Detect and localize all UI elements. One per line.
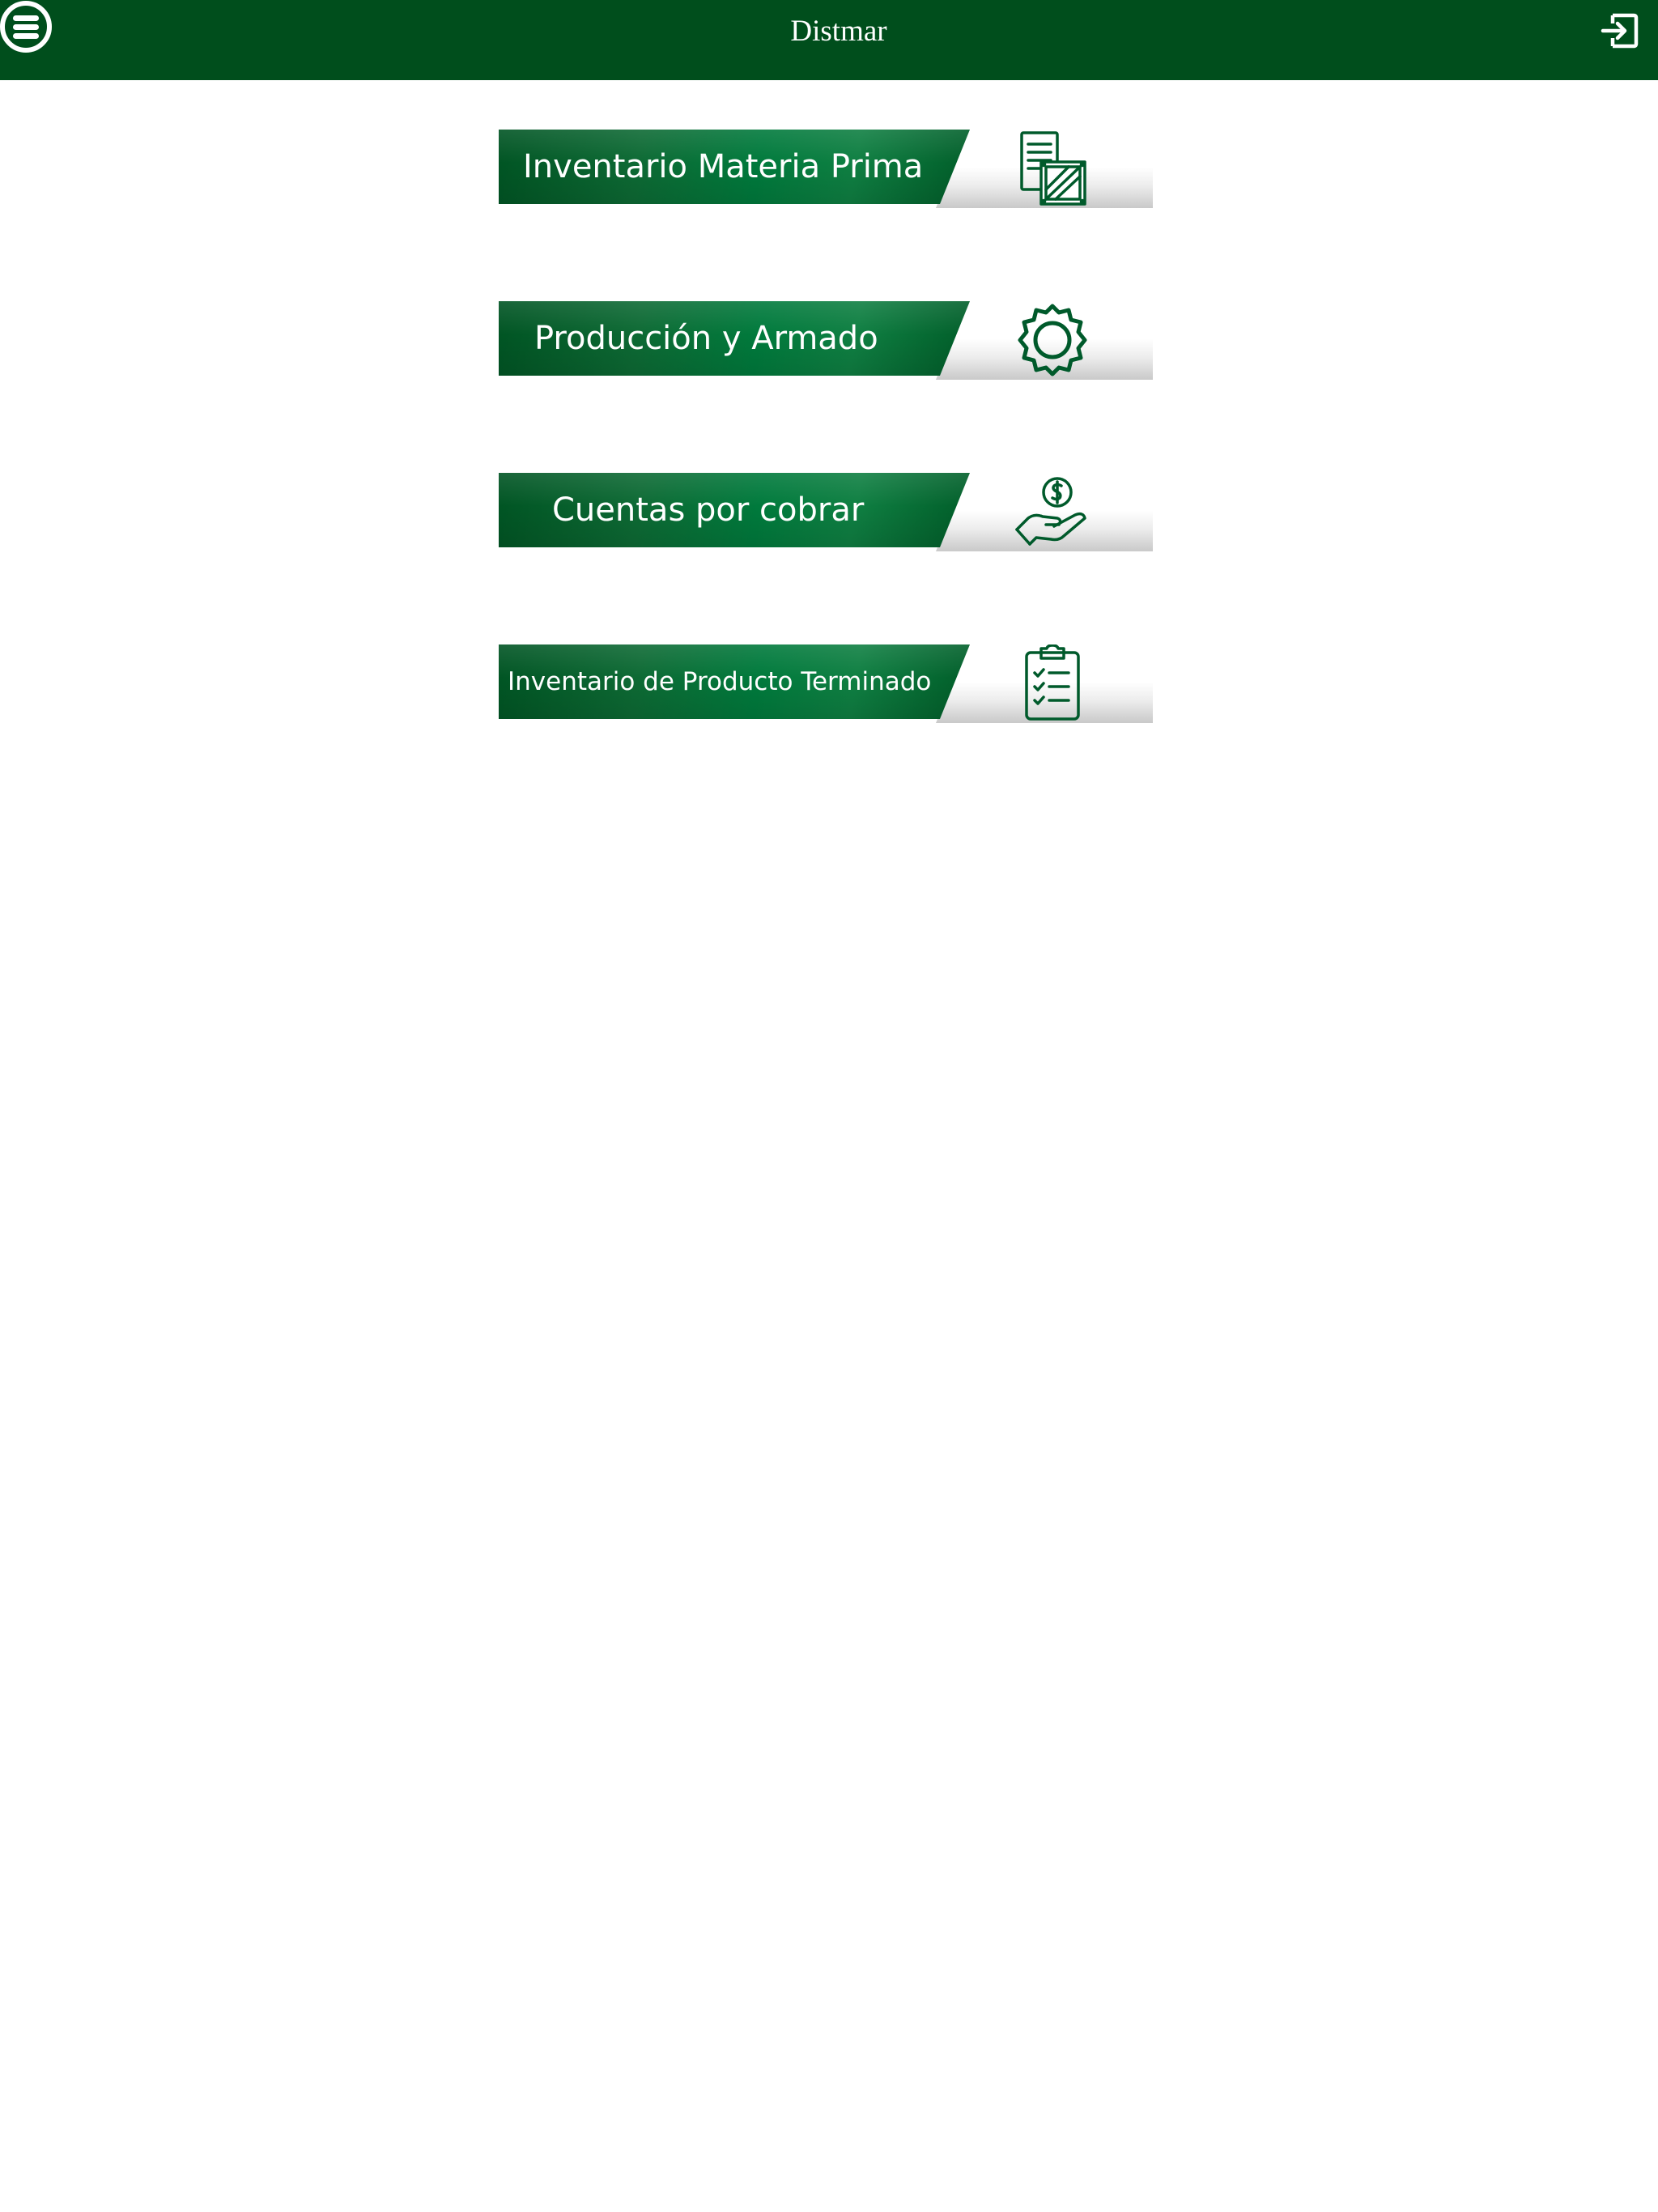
clipboard-checklist-icon xyxy=(1014,644,1091,722)
raw-materials-inventory-icon xyxy=(1014,130,1091,207)
menu-item-inventario-materia-prima[interactable]: Inventario Materia Prima xyxy=(499,130,1153,208)
menu-item-cuentas-por-cobrar[interactable]: Cuentas por cobrar xyxy=(499,473,1153,551)
menu-item-label: Producción y Armado xyxy=(534,320,878,357)
menu-item-label: Inventario Materia Prima xyxy=(523,148,924,185)
menu-item-inventario-producto-terminado[interactable]: Inventario de Producto Terminado xyxy=(499,644,1153,723)
module-menu: Inventario Materia Prima Producción y Ar… xyxy=(499,130,1153,816)
menu-item-label: Cuentas por cobrar xyxy=(552,491,865,529)
top-app-bar: Distmar xyxy=(0,0,1658,80)
menu-item-label: Inventario de Producto Terminado xyxy=(508,667,932,696)
gear-icon xyxy=(1014,301,1091,379)
money-hand-icon xyxy=(1014,473,1091,551)
app-title: Distmar xyxy=(790,15,887,48)
logout-button[interactable] xyxy=(1600,11,1640,51)
menu-item-produccion-y-armado[interactable]: Producción y Armado xyxy=(499,301,1153,380)
logout-icon xyxy=(1601,13,1639,49)
